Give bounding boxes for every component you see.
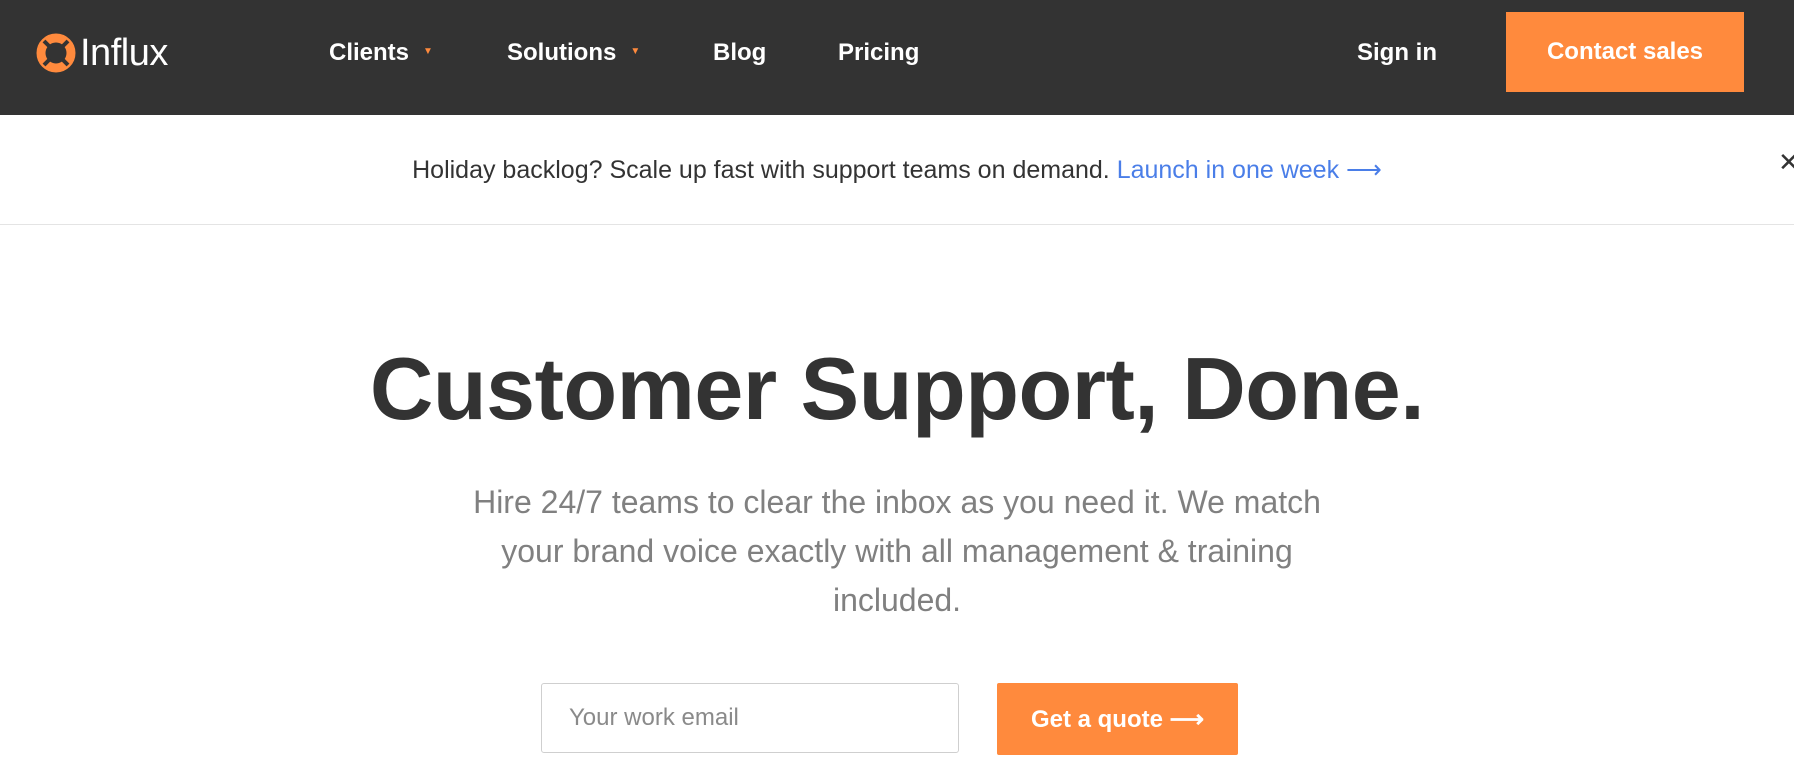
nav-item-blog[interactable]: Blog xyxy=(713,36,766,70)
nav-item-pricing[interactable]: Pricing xyxy=(838,36,919,70)
hero-title: Customer Support, Done. xyxy=(369,339,1425,438)
nav-item-label: Blog xyxy=(713,39,767,66)
lifebuoy-logo-icon xyxy=(36,33,76,73)
banner-message: Holiday backlog? Scale up fast with supp… xyxy=(0,155,1794,185)
logo-text: Influx xyxy=(80,31,168,74)
caret-down-icon: ▼ xyxy=(630,46,641,57)
nav-item-label: Pricing xyxy=(838,39,920,66)
nav-item-label: Solutions xyxy=(507,39,617,66)
caret-down-icon: ▼ xyxy=(423,46,433,57)
work-email-input[interactable] xyxy=(541,683,959,753)
announcement-banner: Holiday backlog? Scale up fast with supp… xyxy=(0,115,1794,225)
influx-logo[interactable]: Influx xyxy=(34,30,168,76)
close-icon[interactable]: ✕ xyxy=(1778,147,1794,178)
banner-link[interactable]: Launch in one week ⟶ xyxy=(1117,156,1382,184)
nav-item-clients[interactable]: Clients ▼ xyxy=(329,36,433,70)
hero-subtitle: Hire 24/7 teams to clear the inbox as yo… xyxy=(473,484,1321,618)
nav-item-solutions[interactable]: Solutions ▼ xyxy=(507,36,640,70)
top-navigation-bar: Influx Clients ▼ Solutions ▼ Blog Pricin… xyxy=(0,0,1794,115)
contact-sales-button[interactable]: Contact sales xyxy=(1506,12,1744,92)
sign-in-link[interactable]: Sign in xyxy=(1357,36,1437,70)
nav-item-label: Clients xyxy=(329,39,410,66)
banner-text: Holiday backlog? Scale up fast with supp… xyxy=(412,156,1110,184)
get-a-quote-button[interactable]: Get a quote ⟶ xyxy=(997,683,1238,755)
